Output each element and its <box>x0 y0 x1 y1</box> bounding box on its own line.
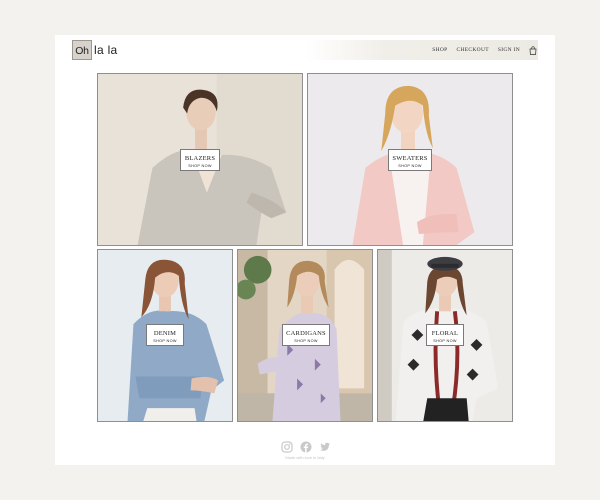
category-tile-blazers[interactable]: BLAZERS SHOP NOW <box>97 73 303 246</box>
category-tile-floral[interactable]: FLORAL SHOP NOW <box>377 249 513 422</box>
category-tile-denim[interactable]: DENIM SHOP NOW <box>97 249 233 422</box>
category-tile-cardigans[interactable]: CARDIGANS SHOP NOW <box>237 249 373 422</box>
logo-text: la la <box>94 43 118 57</box>
category-label-cardigans[interactable]: CARDIGANS SHOP NOW <box>282 324 330 346</box>
category-label-floral[interactable]: FLORAL SHOP NOW <box>426 324 464 346</box>
shop-now-link[interactable]: SHOP NOW <box>181 164 219 168</box>
category-label-blazers[interactable]: BLAZERS SHOP NOW <box>180 149 220 171</box>
nav-shop-link[interactable]: SHOP <box>432 47 447 53</box>
category-title: FLORAL <box>431 330 459 337</box>
twitter-icon[interactable] <box>319 441 331 453</box>
shop-now-link[interactable]: SHOP NOW <box>147 339 183 343</box>
category-label-denim[interactable]: DENIM SHOP NOW <box>146 324 184 346</box>
social-links <box>281 440 331 454</box>
shop-now-link[interactable]: SHOP NOW <box>427 339 463 343</box>
main-nav: SHOP CHECKOUT SIGN IN <box>432 40 537 60</box>
category-title: SWEATERS <box>392 155 428 162</box>
facebook-icon[interactable] <box>300 441 312 453</box>
brand-logo[interactable]: Oh la la <box>72 40 118 60</box>
category-label-sweaters[interactable]: SWEATERS SHOP NOW <box>388 149 432 171</box>
footer-credit: Made with love in Italy <box>285 455 325 460</box>
instagram-icon[interactable] <box>281 441 293 453</box>
category-title: CARDIGANS <box>286 330 326 337</box>
category-title: BLAZERS <box>184 155 216 162</box>
shopping-bag-icon[interactable] <box>529 45 537 55</box>
site-header: Oh la la SHOP CHECKOUT SIGN IN <box>55 35 555 65</box>
nav-checkout-link[interactable]: CHECKOUT <box>457 47 489 53</box>
nav-signin-link[interactable]: SIGN IN <box>498 47 520 53</box>
page-container: Oh la la SHOP CHECKOUT SIGN IN BLAZERS S… <box>55 35 555 465</box>
category-title: DENIM <box>153 330 177 337</box>
category-tile-sweaters[interactable]: SWEATERS SHOP NOW <box>307 73 513 246</box>
shop-now-link[interactable]: SHOP NOW <box>283 339 329 343</box>
logo-box-text: Oh <box>72 40 92 60</box>
shop-now-link[interactable]: SHOP NOW <box>389 164 431 168</box>
